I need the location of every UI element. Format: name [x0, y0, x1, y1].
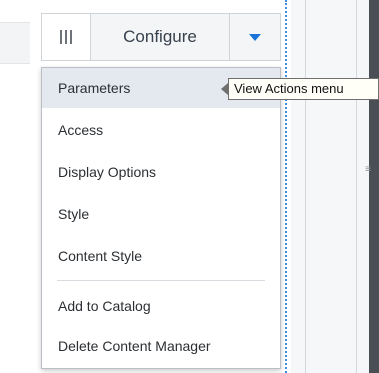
selection-guide: [285, 0, 287, 373]
menu-item-delete-content-manager[interactable]: Delete Content Manager: [42, 326, 280, 366]
panel-divider: [305, 0, 306, 373]
configure-label: Configure: [123, 27, 197, 46]
splitter-grip-icon[interactable]: ≡: [364, 160, 372, 180]
configure-button[interactable]: Configure: [91, 14, 230, 60]
background-panel-strip: [0, 22, 30, 64]
actions-menu: Parameters Access Display Options Style …: [41, 67, 281, 369]
tooltip-arrow: [221, 83, 228, 95]
caret-down-icon: [249, 33, 261, 41]
panel-divider: [356, 0, 357, 373]
menu-item-display-options[interactable]: Display Options: [42, 152, 280, 192]
panel-edge: [369, 0, 379, 373]
configure-toolbar: Configure: [41, 13, 281, 61]
menu-item-content-style[interactable]: Content Style: [42, 236, 280, 276]
menu-item-add-to-catalog[interactable]: Add to Catalog: [42, 286, 280, 326]
actions-menu-button[interactable]: [230, 14, 280, 60]
tooltip: View Actions menu: [228, 78, 379, 100]
menu-item-access[interactable]: Access: [42, 110, 280, 150]
drag-handle[interactable]: [42, 14, 91, 60]
menu-divider: [57, 280, 265, 281]
drag-handle-icon: [60, 30, 72, 44]
menu-item-style[interactable]: Style: [42, 194, 280, 234]
